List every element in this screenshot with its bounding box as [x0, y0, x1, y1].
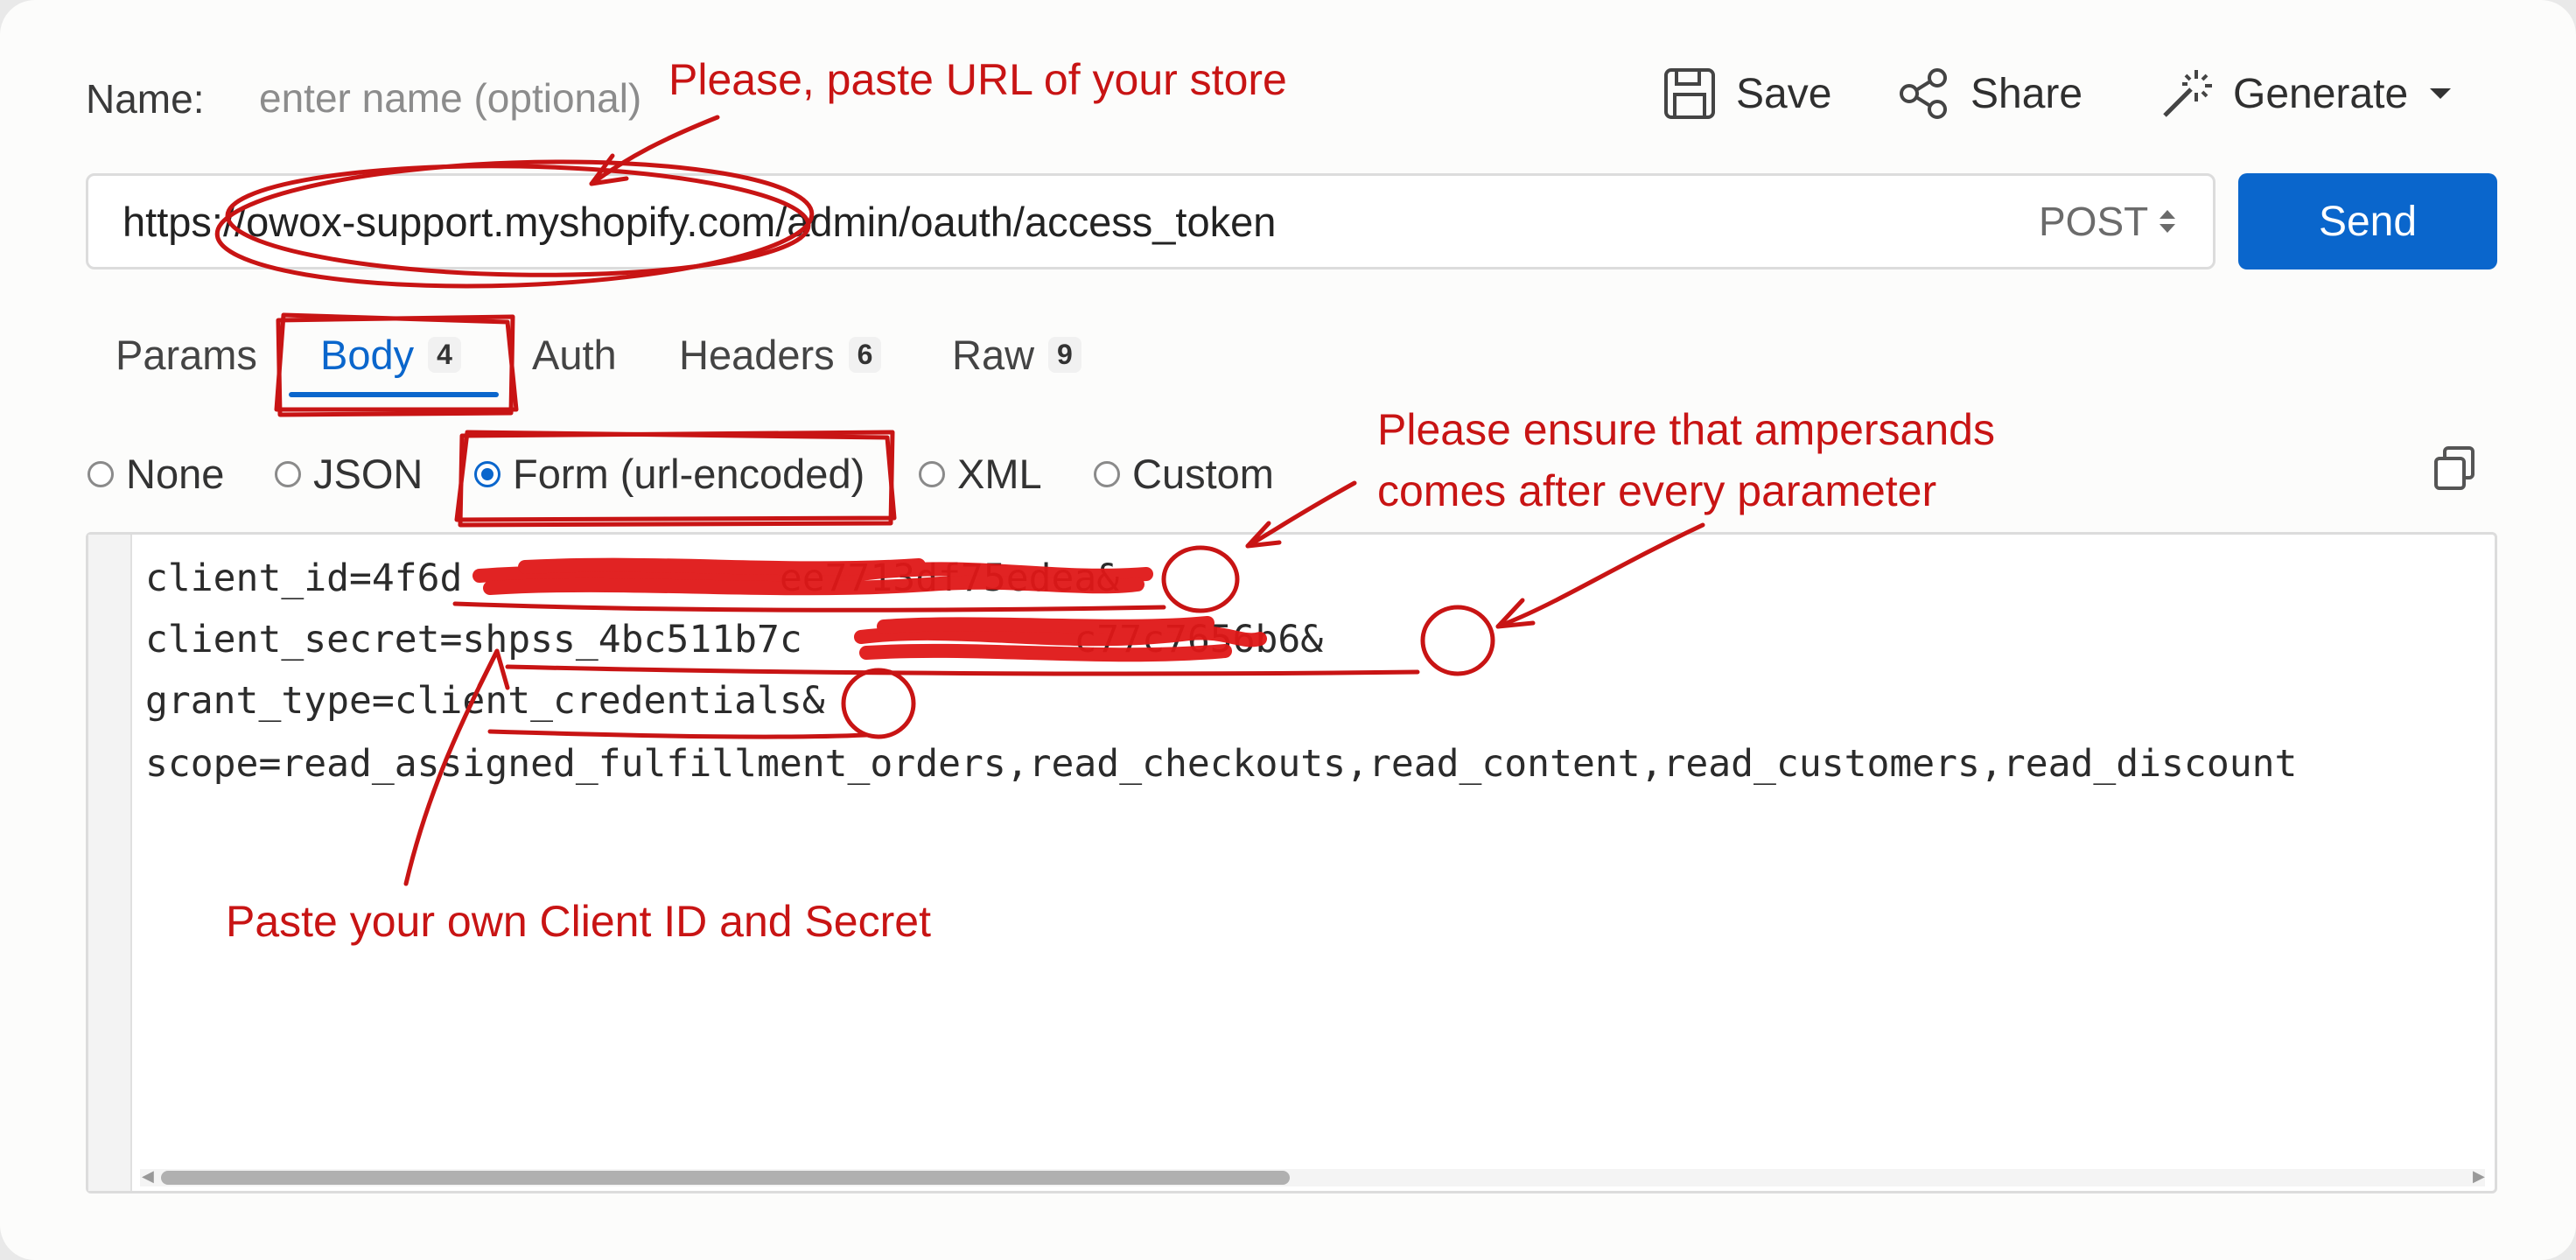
body-line-scope[interactable]: scope=read_assigned_fulfillment_orders,r…: [145, 742, 2490, 786]
radio-xml-dot: [919, 460, 945, 487]
body-line-grant-type[interactable]: grant_type=client_credentials&: [145, 679, 825, 723]
share-label: Share: [1970, 70, 2083, 117]
tab-raw-badge: 9: [1048, 337, 1082, 373]
send-button[interactable]: Send: [2238, 173, 2497, 270]
body-line-client-id[interactable]: client_id=4f6d ee7713df75edea&: [145, 556, 1119, 600]
save-button[interactable]: Save: [1662, 66, 1831, 121]
ampersand-annotation-line-1: Please ensure that ampersands: [1377, 405, 1995, 454]
scrollbar-thumb[interactable]: [161, 1171, 1290, 1185]
tab-auth-label: Auth: [532, 332, 617, 378]
radio-none-dot: [88, 460, 114, 487]
generate-label: Generate: [2233, 70, 2409, 117]
tab-raw-label: Raw: [952, 332, 1035, 378]
radio-custom-dot: [1094, 460, 1120, 487]
radio-json-dot: [275, 460, 301, 487]
radio-form-dot: [474, 460, 500, 487]
generate-button[interactable]: Generate: [2160, 66, 2454, 121]
share-icon: [1900, 68, 1947, 119]
tab-body[interactable]: Body 4: [320, 331, 461, 379]
radio-json[interactable]: JSON: [275, 450, 423, 498]
request-editor-panel: Name: Save Share Generate: [0, 0, 2576, 1260]
radio-xml[interactable]: XML: [919, 450, 1042, 498]
tab-auth[interactable]: Auth: [532, 331, 617, 379]
tab-params-label: Params: [116, 332, 257, 378]
magic-wand-icon: [2163, 70, 2212, 117]
method-select[interactable]: POST: [2039, 198, 2178, 245]
save-icon: [1664, 68, 1715, 119]
caret-down-icon: [2430, 88, 2452, 99]
up-down-chevron-icon: [2160, 210, 2176, 233]
tab-raw[interactable]: Raw 9: [952, 331, 1082, 379]
scroll-right-arrow-icon[interactable]: ▶: [2473, 1167, 2485, 1186]
tab-params[interactable]: Params: [116, 331, 257, 379]
radio-none[interactable]: None: [88, 450, 224, 498]
url-text[interactable]: https://owox-support.myshopify.com/admin…: [122, 198, 1276, 246]
ampersand-annotation-line-2: comes after every parameter: [1377, 466, 1937, 515]
url-annotation: Please, paste URL of your store: [668, 55, 1287, 104]
radio-form-urlencoded[interactable]: Form (url-encoded): [474, 450, 864, 498]
radio-json-label: JSON: [313, 451, 424, 497]
tab-body-label: Body: [320, 332, 415, 378]
scroll-left-arrow-icon[interactable]: ◀: [142, 1167, 154, 1186]
body-line-client-secret[interactable]: client_secret=shpss_4bc511b7c c77c7656b6…: [145, 618, 1323, 662]
radio-custom-label: Custom: [1132, 451, 1274, 497]
share-button[interactable]: Share: [1897, 66, 2082, 121]
radio-custom[interactable]: Custom: [1094, 450, 1274, 498]
active-tab-underline: [289, 392, 499, 397]
tab-headers[interactable]: Headers 6: [679, 331, 882, 379]
copy-icon: [2434, 446, 2474, 490]
name-label: Name:: [86, 76, 205, 122]
name-input[interactable]: [245, 66, 693, 130]
editor-gutter: [88, 535, 132, 1191]
tab-headers-label: Headers: [679, 332, 835, 378]
save-label: Save: [1736, 70, 1832, 117]
radio-none-label: None: [126, 451, 225, 497]
radio-xml-label: XML: [957, 451, 1042, 497]
secret-annotation: Paste your own Client ID and Secret: [226, 897, 931, 946]
tab-headers-badge: 6: [848, 337, 882, 373]
copy-button[interactable]: [2431, 444, 2478, 496]
method-label: POST: [2039, 199, 2149, 244]
tab-body-badge: 4: [428, 337, 461, 373]
radio-form-label: Form (url-encoded): [513, 451, 865, 497]
